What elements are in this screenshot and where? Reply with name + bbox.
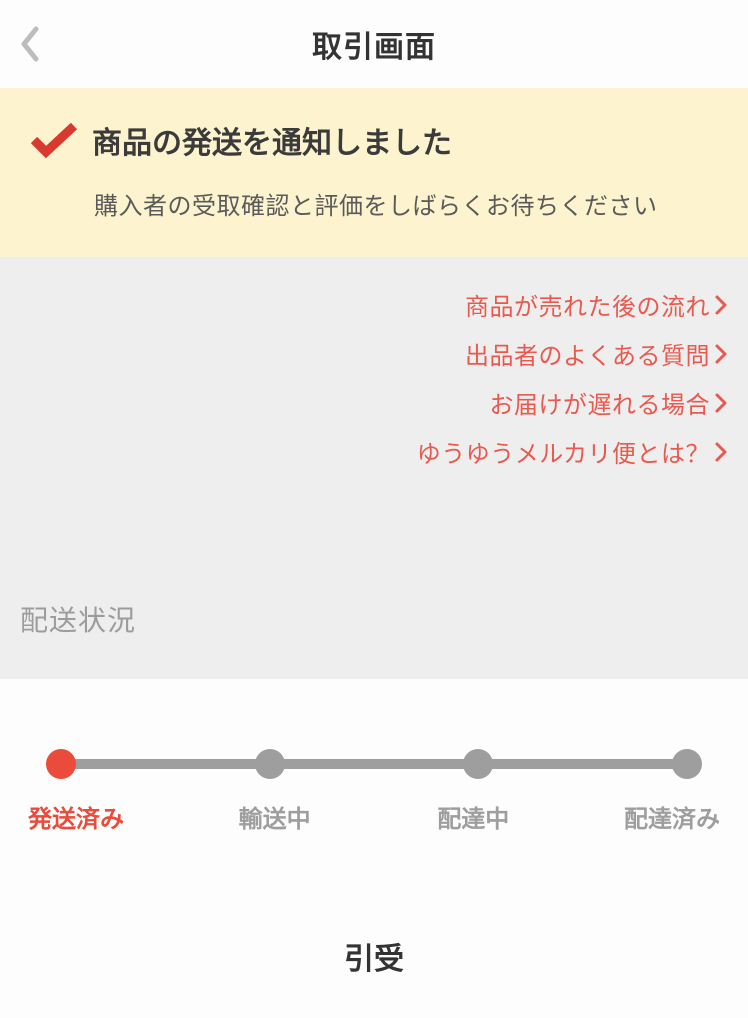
progress-dot-delivering: [463, 749, 493, 779]
notification-banner: 商品の発送を通知しました 購入者の受取確認と評価をしばらくお待ちください: [0, 88, 748, 257]
progress-dot-shipped: [46, 749, 76, 779]
page-title: 取引画面: [0, 22, 748, 66]
help-link-label: ゆうゆうメルカリ便とは？: [417, 434, 710, 469]
help-section: 商品が売れた後の流れ 出品者のよくある質問 お届けが遅れる場合 ゆうゆうメルカリ…: [0, 257, 748, 679]
chevron-right-icon: [714, 392, 728, 414]
help-link-label: 出品者のよくある質問: [465, 336, 710, 371]
progress-dot-delivered: [672, 749, 702, 779]
chevron-right-icon: [714, 441, 728, 463]
progress-dot-transit: [255, 749, 285, 779]
banner-title: 商品の発送を通知しました: [92, 118, 452, 162]
help-links: 商品が売れた後の流れ 出品者のよくある質問 お届けが遅れる場合 ゆうゆうメルカリ…: [20, 287, 728, 469]
chevron-right-icon: [714, 343, 728, 365]
chevron-left-icon: [18, 25, 40, 63]
help-link-label: お届けが遅れる場合: [490, 385, 711, 420]
checkmark-icon: [30, 120, 78, 160]
progress-label-delivering: 配達中: [413, 799, 533, 834]
help-link-late[interactable]: お届けが遅れる場合: [490, 385, 729, 420]
back-button[interactable]: [18, 25, 40, 63]
chevron-right-icon: [714, 294, 728, 316]
header: 取引画面: [0, 0, 748, 88]
progress-label-shipped: 発送済み: [16, 799, 136, 834]
footer-title: 引受: [46, 934, 702, 978]
progress-section: 発送済み 輸送中 配達中 配達済み 引受: [0, 679, 748, 1018]
progress-track: [46, 749, 702, 779]
help-link-yuyu[interactable]: ゆうゆうメルカリ便とは？: [417, 434, 728, 469]
progress-label-delivered: 配達済み: [612, 799, 732, 834]
help-link-flow[interactable]: 商品が売れた後の流れ: [465, 287, 728, 322]
section-label: 配送状況: [20, 599, 728, 639]
progress-label-transit: 輸送中: [215, 799, 335, 834]
help-link-faq[interactable]: 出品者のよくある質問: [465, 336, 728, 371]
help-link-label: 商品が売れた後の流れ: [465, 287, 710, 322]
banner-subtitle: 購入者の受取確認と評価をしばらくお待ちください: [30, 186, 724, 221]
